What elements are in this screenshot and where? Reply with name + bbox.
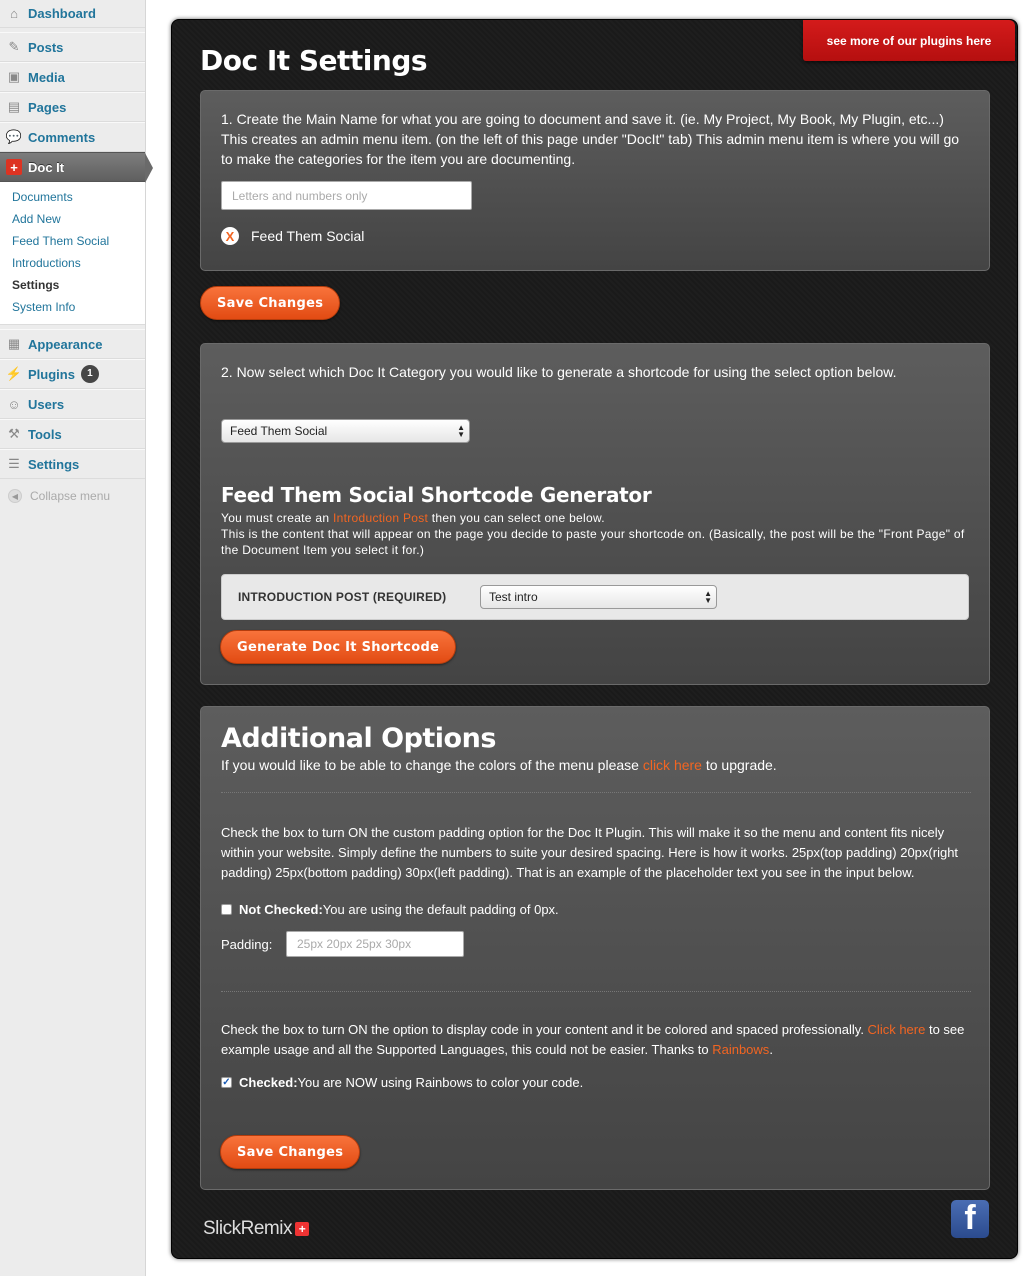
- existing-item-label: Feed Them Social: [251, 228, 365, 244]
- rainbows-checkbox-row: ✓ Checked: You are NOW using Rainbows to…: [221, 1075, 584, 1090]
- plug-icon: ⚡: [5, 366, 23, 381]
- section-divider: [221, 991, 971, 992]
- additional-options-section: Additional Options If you would like to …: [200, 706, 990, 1190]
- delete-item-icon[interactable]: X: [221, 227, 239, 245]
- sidebar-item-pages[interactable]: ▤ Pages: [0, 92, 145, 122]
- more-plugins-ribbon[interactable]: see more of our plugins here: [803, 20, 1015, 61]
- category-select[interactable]: Feed Them Social ▲ ▼: [221, 419, 470, 443]
- docit-submenu: Documents Add New Feed Them Social Intro…: [0, 182, 145, 325]
- media-icon: ▣: [7, 69, 21, 84]
- sidebar-item-comments[interactable]: 💬 Comments: [0, 122, 145, 152]
- collapse-arrow-icon: ◀: [8, 489, 22, 503]
- submenu-documents[interactable]: Documents: [0, 186, 145, 208]
- padding-input[interactable]: [286, 931, 464, 957]
- sidebar-item-label: Media: [28, 69, 65, 85]
- update-count-badge: 1: [80, 365, 99, 383]
- collapse-menu-button[interactable]: ◀ Collapse menu: [0, 479, 145, 503]
- submenu-introductions[interactable]: Introductions: [0, 252, 145, 274]
- pin-icon: ✎: [8, 39, 20, 54]
- introduction-post-value: Test intro: [489, 590, 538, 604]
- main-name-input[interactable]: [221, 181, 472, 210]
- rainbows-instructions: Check the box to turn ON the option to d…: [221, 1022, 965, 1057]
- select-arrows-icon: ▲ ▼: [704, 589, 712, 605]
- save-changes-button[interactable]: Save Changes: [200, 286, 341, 320]
- step1-instructions: 1. Create the Main Name for what you are…: [221, 111, 960, 167]
- sidebar-item-media[interactable]: ▣ Media: [0, 62, 145, 92]
- docit-logo-icon: +: [6, 159, 22, 175]
- appearance-icon: ▦: [7, 336, 21, 351]
- sidebar-item-tools[interactable]: ⚒ Tools: [0, 419, 145, 449]
- category-select-value: Feed Them Social: [230, 424, 328, 438]
- docit-settings-panel: see more of our plugins here Doc It Sett…: [171, 19, 1018, 1259]
- sidebar-item-label: Pages: [28, 99, 67, 115]
- page-title: Doc It Settings: [200, 44, 428, 77]
- generator-title: Feed Them Social Shortcode Generator: [221, 483, 652, 507]
- rainbows-checkbox[interactable]: ✓: [221, 1077, 232, 1088]
- save-changes-button-bottom[interactable]: Save Changes: [220, 1135, 361, 1169]
- introduction-post-select[interactable]: Test intro ▲ ▼: [480, 585, 717, 609]
- sidebar-item-label: Users: [28, 396, 65, 412]
- additional-options-title: Additional Options: [221, 723, 496, 754]
- tools-icon: ⚒: [8, 426, 20, 441]
- select-arrows-icon: ▲ ▼: [457, 423, 465, 439]
- submenu-system-info[interactable]: System Info: [0, 296, 145, 318]
- facebook-icon[interactable]: f: [951, 1200, 989, 1238]
- introduction-post-link[interactable]: Introduction Post: [333, 511, 428, 525]
- collapse-menu-label: Collapse menu: [30, 489, 111, 503]
- step2-instructions: 2. Now select which Doc It Category you …: [221, 364, 897, 380]
- sidebar-item-label: Posts: [28, 39, 64, 55]
- introduction-post-label: INTRODUCTION POST (REQUIRED): [238, 590, 447, 604]
- generate-shortcode-button[interactable]: Generate Doc It Shortcode: [220, 630, 457, 664]
- users-icon: ☺: [7, 396, 21, 412]
- sidebar-item-label: Doc It: [28, 159, 65, 175]
- upgrade-text: If you would like to be able to change t…: [221, 757, 777, 773]
- padding-instructions: Check the box to turn ON the custom padd…: [221, 825, 959, 880]
- settings-icon: ☰: [8, 456, 20, 471]
- submenu-settings[interactable]: Settings: [0, 274, 145, 296]
- section-divider: [221, 792, 971, 793]
- sidebar-item-label: Dashboard: [28, 6, 96, 21]
- pages-icon: ▤: [7, 99, 21, 114]
- sidebar-item-users[interactable]: ☺ Users: [0, 389, 145, 419]
- generator-description: You must create an Introduction Post the…: [221, 511, 965, 557]
- sidebar-item-label: Tools: [28, 426, 62, 442]
- comment-icon: 💬: [5, 129, 23, 144]
- sidebar-item-label: Settings: [28, 456, 80, 472]
- supported-languages-link[interactable]: Click here: [868, 1022, 926, 1037]
- sidebar-item-appearance[interactable]: ▦ Appearance: [0, 329, 145, 359]
- house-icon: ⌂: [10, 6, 18, 21]
- sidebar-item-label: Plugins: [28, 366, 75, 382]
- sidebar-item-label: Comments: [28, 129, 96, 145]
- upgrade-link[interactable]: click here: [643, 757, 702, 773]
- padding-checkbox[interactable]: [221, 904, 232, 915]
- padding-row: Padding:: [221, 931, 969, 957]
- sidebar-item-docit[interactable]: + Doc It: [0, 152, 153, 183]
- padding-checkbox-row: Not Checked: You are using the default p…: [221, 902, 969, 917]
- rainbows-link[interactable]: Rainbows: [712, 1042, 769, 1057]
- sidebar-item-settings[interactable]: ☰ Settings: [0, 449, 145, 479]
- admin-sidebar: ⌂ Dashboard ✎ Posts ▣ Media ▤ Pages 💬 Co…: [0, 0, 153, 1276]
- submenu-feed-them-social[interactable]: Feed Them Social: [0, 230, 145, 252]
- existing-docit-item: X Feed Them Social: [221, 227, 969, 245]
- submenu-add-new[interactable]: Add New: [0, 208, 145, 230]
- slickremix-mark-icon: +: [294, 1222, 309, 1236]
- sidebar-item-plugins[interactable]: ⚡ Plugins 1: [0, 359, 145, 389]
- create-main-name-section: 1. Create the Main Name for what you are…: [200, 90, 990, 271]
- slickremix-logo: SlickRemix +: [203, 1218, 309, 1240]
- sidebar-item-dashboard[interactable]: ⌂ Dashboard: [0, 0, 145, 28]
- sidebar-item-posts[interactable]: ✎ Posts: [0, 32, 145, 62]
- padding-label: Padding:: [221, 936, 273, 952]
- introduction-post-row: INTRODUCTION POST (REQUIRED) Test intro …: [221, 574, 969, 620]
- sidebar-item-label: Appearance: [28, 336, 103, 352]
